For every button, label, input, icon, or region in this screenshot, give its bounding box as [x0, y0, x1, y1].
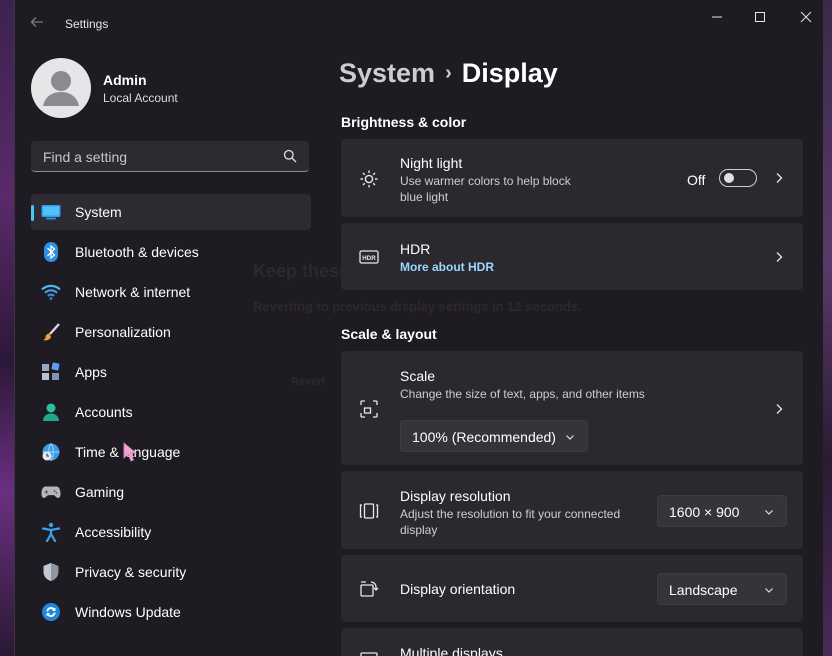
sidebar-item-system[interactable]: System: [31, 194, 311, 230]
night-light-state-label: Off: [687, 172, 706, 188]
sidebar-item-label: Bluetooth & devices: [75, 244, 199, 260]
bluetooth-icon: [41, 242, 61, 262]
resolution-dropdown[interactable]: 1600 × 900: [657, 495, 787, 527]
display-orientation-card: Display orientation Landscape: [341, 555, 803, 622]
sidebar-item-label: System: [75, 204, 122, 220]
sidebar-item-label: Network & internet: [75, 284, 191, 300]
resolution-description-1: Adjust the resolution to fit your connec…: [400, 507, 621, 521]
sidebar-item-label: Gaming: [75, 484, 125, 500]
chevron-right-icon[interactable]: [773, 172, 785, 184]
orientation-selected-value: Landscape: [669, 582, 738, 598]
monitor-icon: [41, 202, 61, 222]
person-icon: [41, 402, 61, 422]
title-bar: Settings: [15, 0, 823, 48]
svg-text:HDR: HDR: [362, 255, 376, 262]
display-resolution-card: Display resolution Adjust the resolution…: [341, 471, 803, 549]
resolution-description-2: display: [400, 523, 438, 537]
back-button[interactable]: [29, 14, 49, 34]
chevron-down-icon: [765, 510, 773, 515]
sidebar-item-gaming[interactable]: Gaming: [31, 474, 311, 510]
sidebar-item-label: Personalization: [75, 324, 171, 340]
accessibility-icon: [41, 522, 61, 542]
avatar[interactable]: [31, 58, 91, 118]
orientation-title: Display orientation: [400, 581, 516, 597]
scale-title: Scale: [400, 368, 436, 384]
resolution-title: Display resolution: [400, 488, 511, 504]
sidebar-item-label: Windows Update: [75, 604, 181, 620]
night-light-title: Night light: [400, 155, 463, 171]
hdr-title: HDR: [400, 241, 431, 257]
update-icon: [41, 602, 61, 622]
profile-account-type: Local Account: [103, 91, 178, 105]
sidebar-item-label: Accounts: [75, 404, 133, 420]
page-title: Display: [461, 58, 558, 88]
section-title-scale-layout: Scale & layout: [341, 326, 437, 342]
multiple-displays-card[interactable]: Multiple displays: [341, 628, 803, 656]
close-icon: [800, 11, 812, 23]
ghost-dialog-action: Revert: [291, 376, 326, 388]
settings-window: Settings Admin Local Account System: [14, 0, 823, 656]
brightness-icon: [360, 170, 378, 188]
search-box[interactable]: [31, 141, 309, 172]
night-light-description-2: blue light: [400, 190, 449, 204]
maximize-icon: [755, 12, 765, 22]
globe-clock-icon: [41, 442, 61, 462]
chevron-down-icon: [765, 588, 773, 593]
paintbrush-icon: [41, 322, 61, 342]
resolution-selected-value: 1600 × 900: [669, 504, 740, 520]
close-button[interactable]: [784, 6, 823, 28]
sidebar-item-accessibility[interactable]: Accessibility: [31, 514, 311, 550]
sidebar-item-apps[interactable]: Apps: [31, 354, 311, 390]
chevron-right-icon[interactable]: [773, 251, 785, 263]
breadcrumb-parent[interactable]: System: [339, 58, 435, 88]
orientation-icon: [360, 581, 379, 597]
maximize-button[interactable]: [738, 6, 782, 28]
search-input[interactable]: [41, 147, 275, 167]
sidebar-item-label: Accessibility: [75, 524, 152, 540]
resolution-icon: [359, 503, 379, 519]
breadcrumb-separator: ›: [445, 62, 452, 84]
hdr-more-link[interactable]: More about HDR: [400, 260, 494, 274]
sidebar-nav: System Bluetooth & devices Network & int…: [31, 194, 311, 634]
sidebar-item-label: Apps: [75, 364, 107, 380]
scale-dropdown[interactable]: 100% (Recommended): [400, 420, 588, 452]
search-icon[interactable]: [283, 149, 297, 163]
arrow-left-icon: [30, 17, 43, 27]
scale-description: Change the size of text, apps, and other…: [400, 387, 645, 401]
multiple-displays-title: Multiple displays: [400, 645, 503, 656]
chevron-right-icon[interactable]: [773, 403, 785, 415]
user-silhouette-icon: [43, 71, 79, 106]
desktop-wallpaper-right: [822, 0, 832, 656]
orientation-dropdown[interactable]: Landscape: [657, 573, 787, 605]
hdr-card[interactable]: HDR HDR More about HDR: [341, 223, 803, 290]
scale-card[interactable]: Scale Change the size of text, apps, and…: [341, 351, 803, 465]
app-title: Settings: [65, 17, 109, 31]
wifi-icon: [41, 282, 61, 302]
multiple-displays-icon: [360, 652, 378, 656]
gamepad-icon: [41, 482, 61, 502]
night-light-description-1: Use warmer colors to help block: [400, 174, 571, 188]
scale-selected-value: 100% (Recommended): [412, 429, 556, 445]
apps-icon: [41, 362, 61, 382]
minimize-button[interactable]: [695, 6, 739, 28]
scale-icon: [360, 400, 378, 418]
shield-icon: [41, 562, 61, 582]
ghost-dialog-message: Reverting to previous display settings i…: [253, 299, 582, 314]
sidebar-item-windows-update[interactable]: Windows Update: [31, 594, 311, 630]
mouse-cursor-icon: [123, 442, 137, 462]
profile-name: Admin: [103, 72, 147, 88]
sidebar-item-privacy[interactable]: Privacy & security: [31, 554, 311, 590]
night-light-toggle[interactable]: [719, 169, 757, 187]
sidebar-item-accounts[interactable]: Accounts: [31, 394, 311, 430]
section-title-brightness: Brightness & color: [341, 114, 467, 130]
sidebar-item-personalization[interactable]: Personalization: [31, 314, 311, 350]
hdr-icon: HDR: [359, 250, 379, 264]
sidebar-item-time-language[interactable]: Time & language: [31, 434, 311, 470]
breadcrumb: System › Display: [339, 58, 558, 89]
chevron-down-icon: [566, 435, 574, 440]
sidebar-item-label: Privacy & security: [75, 564, 187, 580]
toggle-knob: [724, 173, 734, 183]
night-light-card[interactable]: Night light Use warmer colors to help bl…: [341, 139, 803, 217]
minimize-icon: [712, 16, 722, 18]
